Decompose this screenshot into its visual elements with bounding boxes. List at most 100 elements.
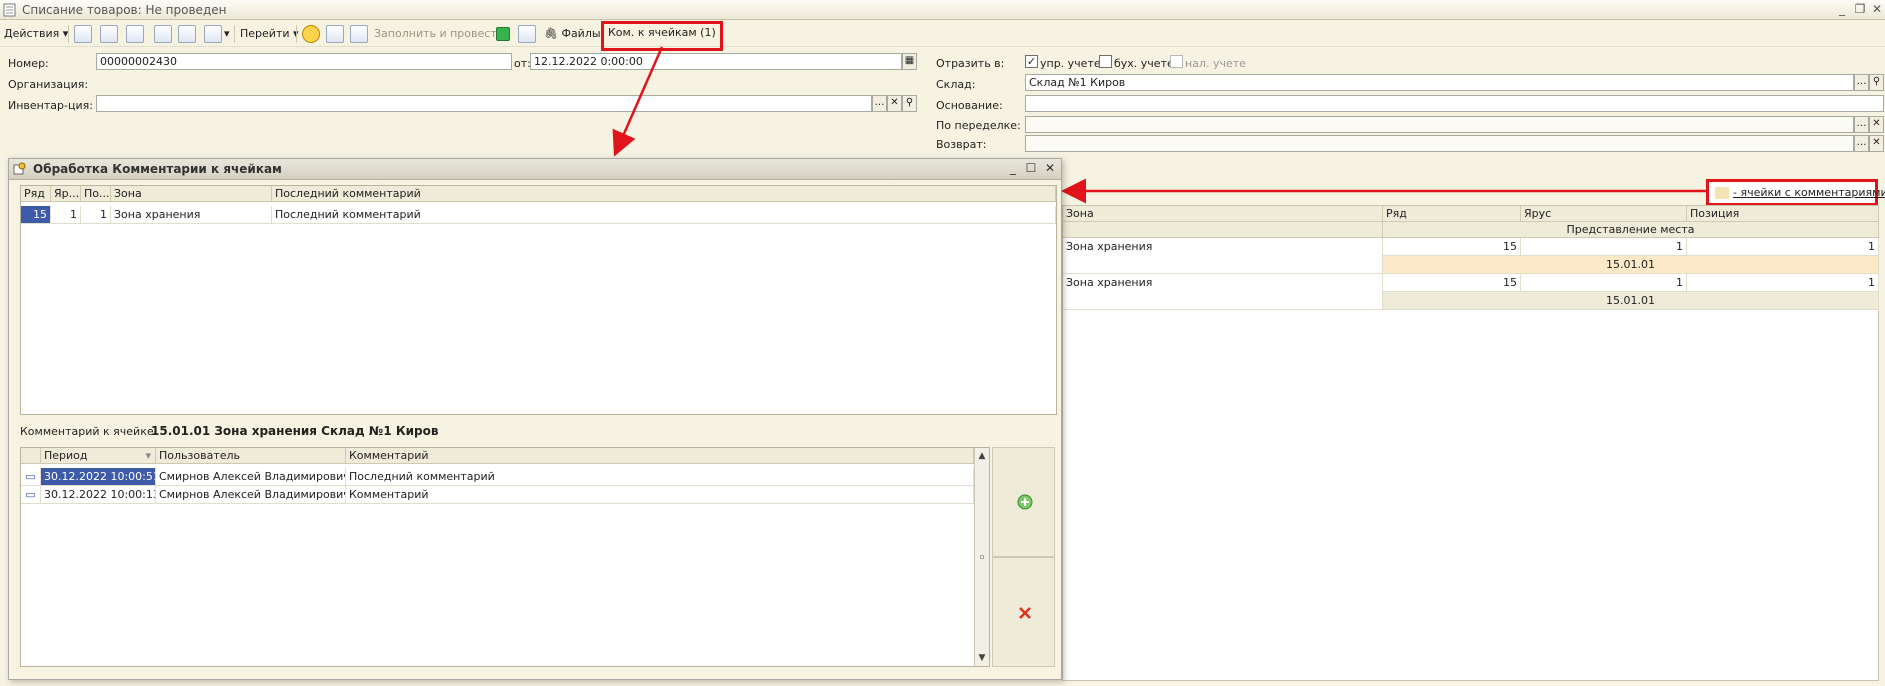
maximize-icon[interactable]: ☐ xyxy=(1023,161,1039,176)
goto-menu-button[interactable]: Перейти ▾ xyxy=(240,24,299,44)
clear-icon[interactable]: ✕ xyxy=(887,95,902,112)
table-cell-position[interactable]: 1 xyxy=(1687,238,1879,256)
select-ellipsis-icon[interactable]: … xyxy=(1854,74,1869,91)
column-header-row[interactable]: Ряд xyxy=(1383,206,1521,222)
fill-and-post-button[interactable]: Заполнить и провести xyxy=(374,24,504,44)
table-cell-period[interactable]: 30.12.2022 10:00:13 xyxy=(41,486,156,504)
save-icon[interactable] xyxy=(100,25,118,43)
date-field[interactable]: 12.12.2022 0:00:00 xyxy=(530,53,902,70)
table-cell-last-comment[interactable]: Последний комментарий xyxy=(272,206,1056,224)
table-cell-place[interactable]: 15.01.01 xyxy=(1383,256,1879,274)
minimize-icon[interactable]: _ xyxy=(1834,2,1850,17)
cell-comments-button[interactable]: Ком. к ячейкам (1) xyxy=(601,21,723,51)
basis-field[interactable] xyxy=(1025,95,1884,112)
column-header-row[interactable]: Ряд xyxy=(21,186,51,202)
table-cell-tier[interactable]: 1 xyxy=(51,206,81,224)
based-on-icon[interactable] xyxy=(204,25,222,43)
select-ellipsis-icon[interactable]: … xyxy=(1854,116,1869,133)
comment-cell-value: 15.01.01 Зона хранения Склад №1 Киров xyxy=(151,424,439,438)
reflect-label: Отразить в: xyxy=(936,57,1005,70)
copy-icon[interactable] xyxy=(178,25,196,43)
buh-checkbox[interactable] xyxy=(1099,55,1112,68)
table-cell-zone[interactable]: Зона хранения xyxy=(111,206,272,224)
print-icon[interactable] xyxy=(518,25,536,43)
table-cell-place[interactable]: 15.01.01 xyxy=(1383,292,1879,310)
column-header-tier[interactable]: Ярус xyxy=(1521,206,1687,222)
column-header-comment[interactable]: Комментарий xyxy=(346,448,974,464)
comment-label: Комментарий к ячейке: xyxy=(20,425,158,438)
actions-menu-button[interactable]: Действия ▾ xyxy=(4,24,68,44)
column-header-zone[interactable]: Зона xyxy=(1063,206,1383,222)
structure-icon[interactable] xyxy=(326,25,344,43)
cells-with-comments-box: - ячейки с комментариями xyxy=(1706,179,1885,206)
table-cell-user[interactable]: Смирнов Алексей Владимирович xyxy=(156,486,346,504)
table-cell-position[interactable]: 1 xyxy=(81,206,111,224)
restore-icon[interactable]: ❐ xyxy=(1852,2,1868,17)
scroll-up-icon[interactable]: ▲ xyxy=(975,448,989,464)
table-cell-comment[interactable]: Последний комментарий xyxy=(346,468,974,486)
search-icon[interactable]: ⚲ xyxy=(902,95,917,112)
close-icon[interactable]: ✕ xyxy=(1869,2,1885,17)
toolbar-separator xyxy=(68,25,69,43)
refresh-icon[interactable] xyxy=(126,25,144,43)
delete-comment-button[interactable] xyxy=(992,557,1055,667)
checklist-icon[interactable] xyxy=(350,25,368,43)
scroll-thumb[interactable]: ▫ xyxy=(975,549,989,565)
search-icon[interactable]: ⚲ xyxy=(1869,74,1884,91)
table-cell-comment[interactable]: Комментарий xyxy=(346,486,974,504)
add-comment-button[interactable] xyxy=(992,447,1055,557)
clear-icon[interactable]: ✕ xyxy=(1869,135,1884,152)
minimize-icon[interactable]: _ xyxy=(1005,161,1021,176)
table-cell-zone[interactable]: Зона хранения xyxy=(1063,238,1383,274)
column-header-position[interactable]: По... xyxy=(81,186,111,202)
column-header-tier[interactable]: Яр... xyxy=(51,186,81,202)
column-header-blank xyxy=(1063,222,1383,238)
scroll-down-icon[interactable]: ▼ xyxy=(975,650,989,666)
select-ellipsis-icon[interactable]: … xyxy=(872,95,887,112)
files-button[interactable]: 🖇 Файлы xyxy=(544,24,601,44)
warehouse-label: Склад: xyxy=(936,78,976,91)
help-icon[interactable] xyxy=(302,25,320,43)
green-status-icon[interactable] xyxy=(496,27,510,41)
table-cell-user[interactable]: Смирнов Алексей Владимирович xyxy=(156,468,346,486)
column-header-period[interactable]: Период ▾ xyxy=(41,448,156,464)
nal-checkbox[interactable] xyxy=(1170,55,1183,68)
table-cell-tier[interactable]: 1 xyxy=(1521,238,1687,256)
cells-with-comments-link[interactable]: - ячейки с комментариями xyxy=(1733,186,1885,199)
return-label: Возврат: xyxy=(936,138,987,151)
inventory-label: Инвентар-ция: xyxy=(8,99,93,112)
table-cell-tier[interactable]: 1 xyxy=(1521,274,1687,292)
organization-label: Организация: xyxy=(8,78,89,91)
warehouse-field[interactable]: Склад №1 Киров xyxy=(1025,74,1854,91)
number-field[interactable]: 00000002430 xyxy=(96,53,512,70)
table-cell-row[interactable]: 15 xyxy=(1383,274,1521,292)
clear-icon[interactable]: ✕ xyxy=(1869,116,1884,133)
upr-checkbox[interactable]: ✓ xyxy=(1025,55,1038,68)
table-cell-row[interactable]: 15 xyxy=(21,206,51,224)
table-cell-position[interactable]: 1 xyxy=(1687,274,1879,292)
select-ellipsis-icon[interactable]: … xyxy=(1854,135,1869,152)
sort-filter-icon[interactable]: ▾ xyxy=(145,448,151,463)
rework-field[interactable] xyxy=(1025,116,1854,133)
window-title: Списание товаров: Не проведен xyxy=(22,3,227,17)
vertical-scrollbar[interactable]: ▲ ▫ ▼ xyxy=(974,448,989,666)
add-copy-icon[interactable] xyxy=(154,25,172,43)
based-on-dropdown[interactable]: ▾ xyxy=(224,24,230,44)
inventory-field[interactable] xyxy=(96,95,872,112)
rework-label: По переделке: xyxy=(936,119,1021,132)
column-header-last-comment[interactable]: Последний комментарий xyxy=(272,186,1056,202)
column-header-zone[interactable]: Зона xyxy=(111,186,272,202)
post-close-icon[interactable] xyxy=(74,25,92,43)
dialog-title: Обработка Комментарии к ячейкам xyxy=(33,162,282,176)
cells-list-table: Ряд Яр... По... Зона Последний комментар… xyxy=(20,185,1057,415)
close-icon[interactable]: ✕ xyxy=(1042,161,1058,176)
table-cell-period[interactable]: 30.12.2022 10:00:51 xyxy=(41,468,156,486)
column-header-place[interactable]: Представление места xyxy=(1383,222,1879,238)
calendar-icon[interactable]: ▦ xyxy=(902,53,917,70)
return-field[interactable] xyxy=(1025,135,1854,152)
add-icon xyxy=(1017,494,1033,510)
table-cell-row[interactable]: 15 xyxy=(1383,238,1521,256)
table-cell-zone[interactable]: Зона хранения xyxy=(1063,274,1383,310)
column-header-user[interactable]: Пользователь xyxy=(156,448,346,464)
column-header-position[interactable]: Позиция xyxy=(1687,206,1879,222)
